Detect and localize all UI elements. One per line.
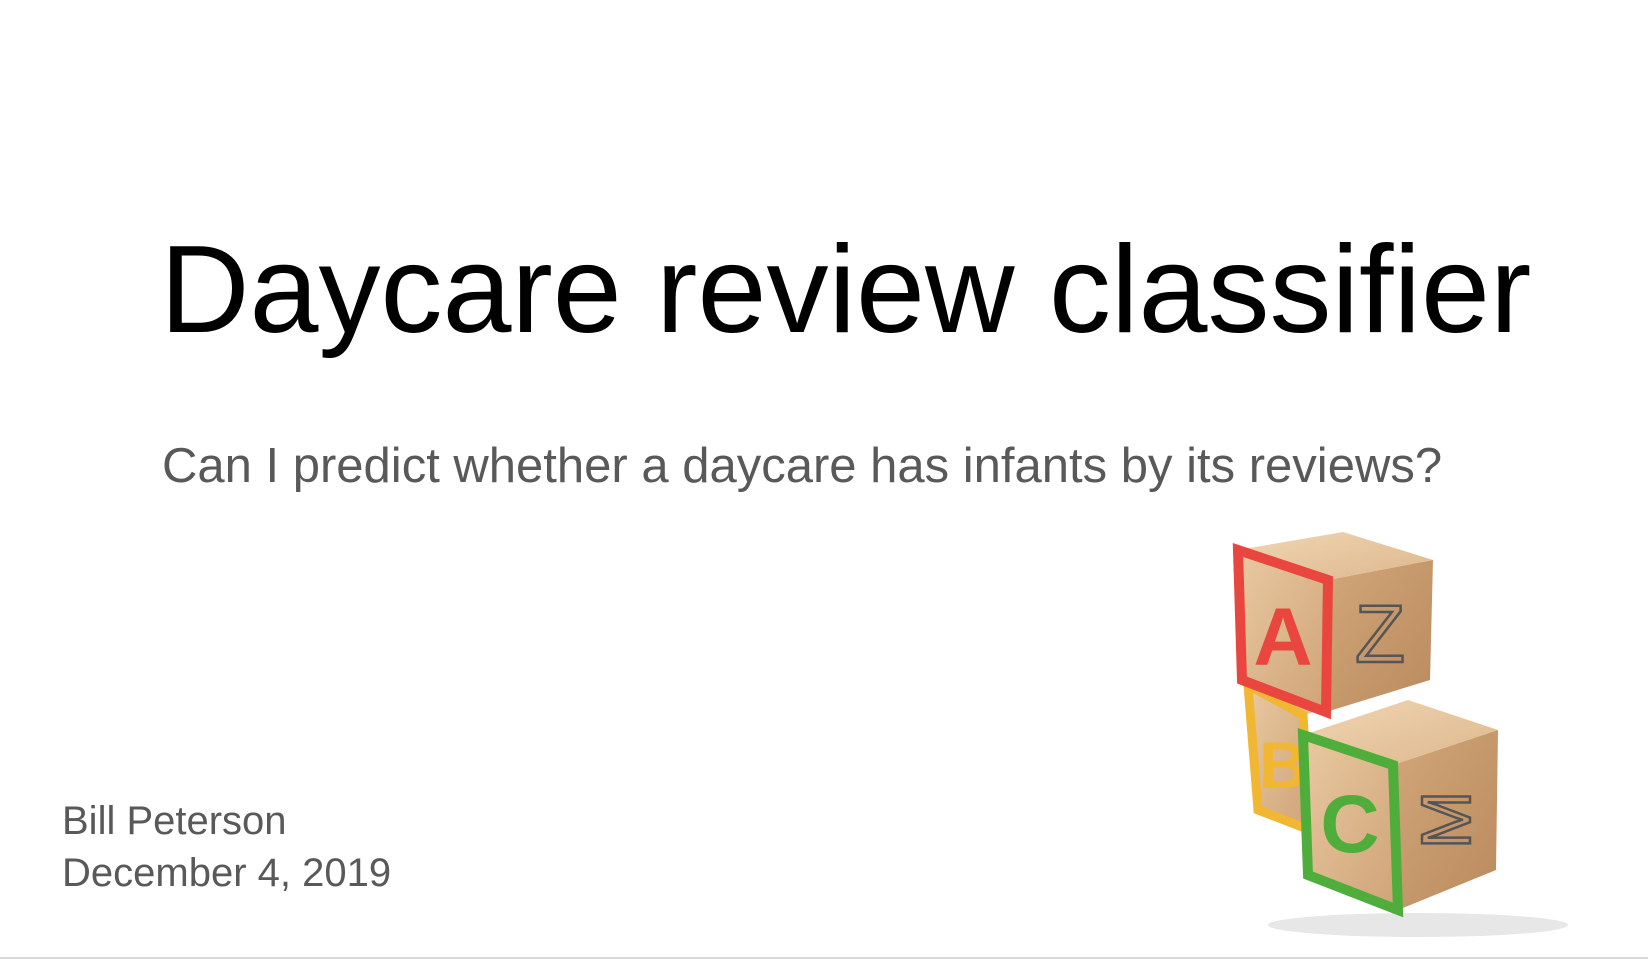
block-z-letter: Z bbox=[1355, 589, 1405, 680]
presentation-date: December 4, 2019 bbox=[62, 851, 392, 895]
slide-title: Daycare review classifier bbox=[160, 221, 1532, 359]
abc-blocks-icon: B C M A Z bbox=[1232, 532, 1568, 937]
block-a: A Z bbox=[1232, 532, 1433, 720]
author-block: Bill Peterson December 4, 2019 bbox=[62, 795, 391, 899]
slide: Daycare review classifier Can I predict … bbox=[0, 0, 1648, 960]
block-c-letter: C bbox=[1320, 779, 1379, 870]
slide-subtitle: Can I predict whether a daycare has infa… bbox=[162, 439, 1443, 493]
block-shadow bbox=[1268, 913, 1568, 937]
block-c: C M bbox=[1297, 700, 1498, 918]
block-m-letter: M bbox=[1407, 791, 1485, 849]
block-a-letter: A bbox=[1253, 592, 1312, 683]
author-name: Bill Peterson bbox=[62, 799, 287, 843]
slide-bottom-border bbox=[0, 957, 1648, 959]
